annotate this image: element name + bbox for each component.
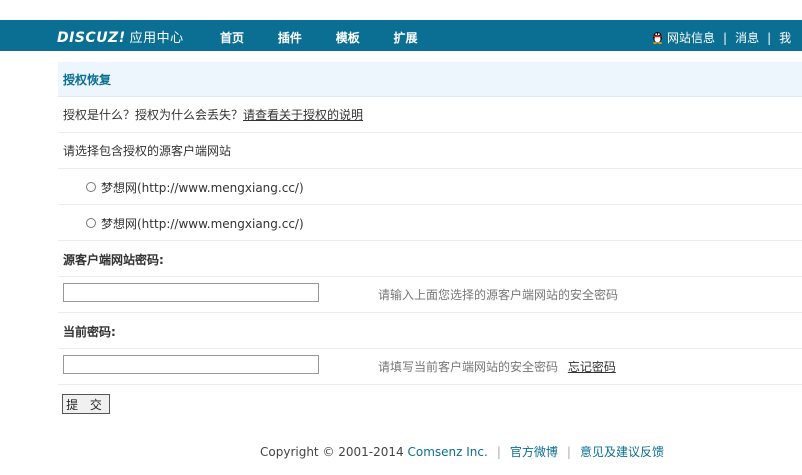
copyright-text: Copyright © 2001-2014	[260, 445, 404, 459]
feedback-link[interactable]: 意见及建议反馈	[580, 445, 664, 459]
user-bar: 网站信息 | 消息 | 我	[651, 29, 791, 46]
separator: |	[767, 31, 772, 45]
separator: |	[723, 31, 728, 45]
company-link[interactable]: Comsenz Inc.	[408, 445, 488, 459]
intro-row: 授权是什么？授权为什么会丢失？请查看关于授权的说明	[58, 97, 802, 133]
app-center-label: 应用中心	[129, 31, 184, 46]
logo-text: DISCUZ!	[57, 30, 126, 46]
nav-home[interactable]: 首页	[220, 29, 244, 46]
source-password-row: 请输入上面您选择的源客户端网站的安全密码	[58, 277, 802, 313]
top-strip	[0, 0, 802, 20]
current-password-hint: 请填写当前客户端网站的安全密码	[378, 360, 559, 374]
current-password-label: 当前密码:	[63, 325, 116, 339]
discuz-logo[interactable]: DISCUZ! 应用中心	[57, 27, 184, 46]
current-password-input[interactable]	[63, 355, 319, 374]
my-account-link[interactable]: 我	[779, 31, 791, 45]
messages-link[interactable]: 消息	[735, 31, 759, 45]
source-password-label-row: 源客户端网站密码:	[58, 241, 802, 277]
site-option-row: 梦想网(http://www.mengxiang.cc/)	[58, 205, 802, 241]
choose-site-label: 请选择包含授权的源客户端网站	[63, 144, 232, 158]
nav-templates[interactable]: 模板	[336, 29, 360, 46]
current-password-hint-wrap: 请填写当前客户端网站的安全密码 忘记密码	[378, 358, 616, 375]
source-password-label: 源客户端网站密码:	[63, 253, 164, 267]
section-title: 授权恢复	[63, 73, 112, 87]
forgot-password-link[interactable]: 忘记密码	[568, 360, 616, 374]
separator: |	[566, 445, 571, 459]
intro-question: 授权是什么？授权为什么会丢失？	[63, 108, 244, 122]
source-password-input[interactable]	[63, 283, 319, 302]
choose-site-row: 请选择包含授权的源客户端网站	[58, 133, 802, 169]
page-footer: Copyright © 2001-2014 Comsenz Inc. | 官方微博 |…	[260, 443, 664, 460]
site-info-link[interactable]: 网站信息	[667, 31, 715, 45]
main-nav: 首页 插件 模板 扩展	[220, 29, 448, 46]
separator: |	[496, 445, 501, 459]
site-option-label[interactable]: 梦想网(http://www.mengxiang.cc/)	[101, 179, 304, 196]
source-password-hint: 请输入上面您选择的源客户端网站的安全密码	[378, 288, 619, 302]
app-header: DISCUZ! 应用中心 首页 插件 模板 扩展 网站信息 | 消息 | 我	[0, 20, 802, 51]
license-help-link[interactable]: 请查看关于授权的说明	[243, 108, 363, 122]
site-option-label[interactable]: 梦想网(http://www.mengxiang.cc/)	[101, 215, 304, 232]
qq-penguin-icon	[653, 32, 662, 44]
current-password-label-row: 当前密码:	[58, 313, 802, 349]
section-header: 授权恢复	[58, 62, 802, 97]
site-radio-2[interactable]	[86, 218, 96, 228]
nav-extensions[interactable]: 扩展	[394, 29, 418, 46]
current-password-row: 请填写当前客户端网站的安全密码 忘记密码	[58, 349, 802, 385]
intro-text: 授权是什么？授权为什么会丢失？请查看关于授权的说明	[63, 106, 363, 123]
site-radio-1[interactable]	[86, 182, 96, 192]
weibo-link[interactable]: 官方微博	[510, 445, 558, 459]
nav-plugins[interactable]: 插件	[278, 29, 302, 46]
site-option-row: 梦想网(http://www.mengxiang.cc/)	[58, 169, 802, 205]
submit-button[interactable]: 提 交	[62, 394, 110, 414]
